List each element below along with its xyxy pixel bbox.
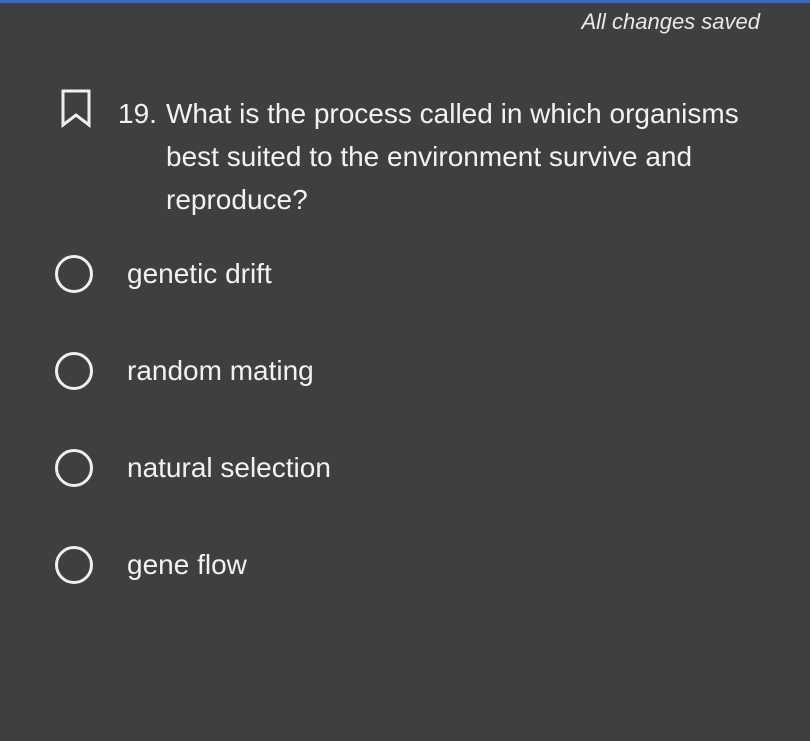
answer-option-natural-selection[interactable]: natural selection xyxy=(52,446,752,496)
question-text: What is the process called in which orga… xyxy=(166,98,739,215)
bookmark-icon[interactable] xyxy=(60,88,92,129)
save-status: All changes saved xyxy=(581,9,760,34)
question-number: 19. xyxy=(118,98,157,129)
answer-label: genetic drift xyxy=(127,258,272,289)
radio-button[interactable] xyxy=(55,255,93,293)
radio-button[interactable] xyxy=(55,352,93,390)
radio-button[interactable] xyxy=(55,449,93,487)
top-accent-bar xyxy=(0,0,810,3)
answer-label: random mating xyxy=(127,355,314,386)
answer-label: gene flow xyxy=(127,549,247,580)
radio-button[interactable] xyxy=(55,546,93,584)
answer-option-gene-flow[interactable]: gene flow xyxy=(52,543,752,593)
answer-label: natural selection xyxy=(127,452,331,483)
answer-option-genetic-drift[interactable]: genetic drift xyxy=(52,252,752,302)
answer-option-random-mating[interactable]: random mating xyxy=(52,349,752,399)
